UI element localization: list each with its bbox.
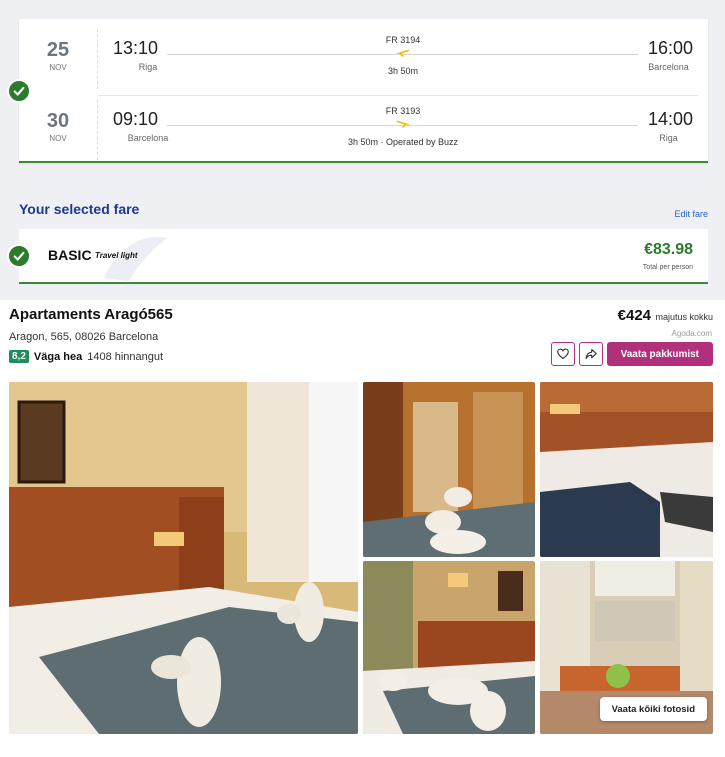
fare-name: BASIC (48, 247, 92, 263)
arrive-time: 14:00 (647, 109, 693, 129)
flight-duration: 3h 50m · Operated by Buzz (347, 137, 459, 147)
date-day: 30 (46, 110, 70, 132)
plane-icon (396, 49, 410, 57)
flight-duration: 3h 50m (387, 66, 419, 76)
arrive-city: Riga (659, 133, 678, 143)
fare-section-title: Your selected fare (19, 201, 140, 217)
plane-icon (396, 120, 410, 128)
date-column: 25 NOV (19, 29, 98, 89)
fare-price-note: Total per person (642, 264, 693, 271)
hotel-price-value: €424 (617, 307, 652, 324)
arrive-city: Barcelona (648, 62, 689, 72)
hotel-rating: 8,2 Väga hea 1408 hinnangut (9, 350, 163, 363)
edit-fare-link[interactable]: Edit fare (674, 209, 708, 219)
hotel-photo-main[interactable] (9, 382, 358, 734)
hotel-price-note: majutus kokku (655, 312, 713, 322)
rating-count: 1408 hinnangut (87, 350, 164, 363)
flight-number: FR 3193 (385, 106, 421, 116)
selected-fare-card: BASIC Travel light €83.98 Total per pers… (19, 229, 708, 284)
view-all-photos-button[interactable]: Vaata kõiki fotosid (599, 697, 707, 721)
bedroom-photo (9, 382, 358, 734)
check-icon (7, 79, 31, 103)
share-button[interactable] (578, 342, 603, 366)
heart-icon (556, 348, 569, 360)
hotel-price: €424 majutus kokku (618, 307, 713, 325)
flight-itinerary-card: 25 NOV 13:10 Riga FR 3194 3h 50m 16:00 B… (19, 19, 708, 163)
hotel-name[interactable]: Apartaments Aragó565 (9, 306, 173, 323)
depart-city: Barcelona (127, 133, 169, 143)
date-day: 25 (46, 39, 70, 61)
date-month: NOV (49, 63, 67, 72)
check-icon (7, 244, 31, 268)
room-photo (363, 561, 535, 734)
view-deals-button[interactable]: Vaata pakkumist (606, 342, 713, 366)
bed-photo (540, 382, 713, 557)
rating-label: Väga hea (33, 350, 83, 363)
hotel-actions: Vaata pakkumist (550, 342, 713, 366)
flight-number: FR 3194 (385, 35, 421, 45)
depart-city: Riga (138, 62, 158, 72)
depart-time: 09:10 (113, 109, 159, 129)
hotel-address: Aragon, 565, 08026 Barcelona (9, 331, 159, 343)
provider-label: Agoda.com (671, 329, 712, 338)
fare-tagline: Travel light (95, 251, 138, 260)
hotel-photo-3[interactable] (540, 382, 713, 557)
date-column: 30 NOV (19, 100, 98, 160)
date-month: NOV (49, 134, 67, 143)
leg-divider (98, 95, 698, 96)
flight-leg-outbound[interactable]: 25 NOV 13:10 Riga FR 3194 3h 50m 16:00 B… (19, 29, 708, 89)
arrive-time: 16:00 (647, 38, 693, 58)
rating-score-badge: 8,2 (9, 350, 29, 363)
fare-price: €83.98 (644, 241, 693, 258)
share-icon (585, 348, 597, 360)
hotel-photo-2[interactable] (363, 382, 535, 557)
hotel-photo-4[interactable] (363, 561, 535, 734)
depart-time: 13:10 (113, 38, 159, 58)
room-entrance-photo (363, 382, 535, 557)
flight-leg-return[interactable]: 30 NOV 09:10 Barcelona FR 3193 3h 50m · … (19, 100, 708, 160)
save-button[interactable] (550, 342, 575, 366)
